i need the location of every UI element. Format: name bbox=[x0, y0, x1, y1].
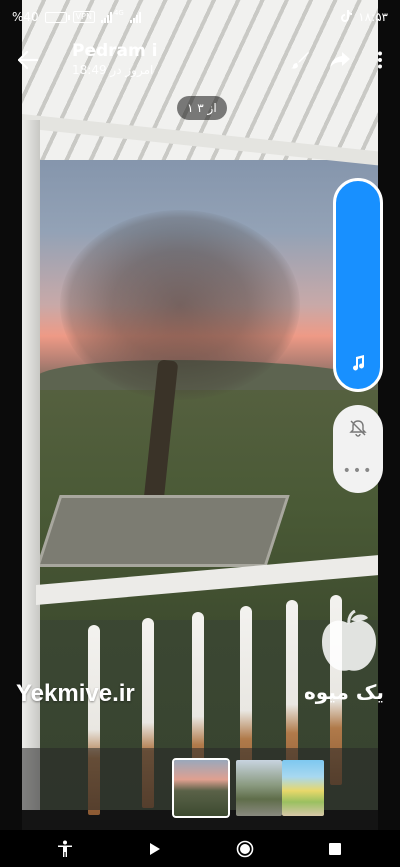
network-type: 4G bbox=[113, 9, 124, 17]
back-button[interactable] bbox=[0, 34, 56, 86]
signal-bar bbox=[109, 11, 112, 23]
thumbnail-1[interactable] bbox=[172, 758, 230, 818]
sender-name: Pedram i bbox=[72, 41, 158, 61]
signal-bar bbox=[106, 14, 109, 23]
image-counter: ۱ از ۳ bbox=[177, 96, 227, 120]
bell-off-icon bbox=[349, 420, 367, 437]
share-icon bbox=[330, 52, 350, 68]
home-button[interactable] bbox=[225, 834, 265, 864]
vpn-icon: VPN bbox=[72, 11, 95, 23]
home-icon bbox=[236, 840, 254, 857]
battery-icon bbox=[44, 11, 70, 23]
back-nav-button[interactable] bbox=[135, 834, 175, 864]
viewer-header: Pedram i امروز در 18:49 bbox=[0, 34, 400, 86]
thumbnail-3[interactable] bbox=[282, 760, 324, 816]
yekmive-logo bbox=[322, 610, 376, 671]
right-margin bbox=[378, 0, 400, 830]
signal-bar bbox=[135, 14, 138, 23]
watermark-site: Yekmive.ir bbox=[16, 680, 135, 707]
tree-canopy bbox=[60, 210, 300, 400]
square-icon bbox=[329, 842, 341, 855]
music-volume-slider[interactable] bbox=[333, 178, 383, 392]
signal-bar bbox=[138, 11, 141, 23]
system-nav-bar bbox=[0, 830, 400, 867]
share-button[interactable] bbox=[320, 34, 360, 86]
tiktok-icon bbox=[341, 9, 353, 25]
more-options-button[interactable] bbox=[360, 34, 400, 86]
courtyard bbox=[36, 495, 290, 567]
signal-icon bbox=[100, 11, 112, 23]
brush-icon bbox=[291, 52, 309, 69]
battery-percent: %40 bbox=[12, 10, 39, 24]
message-timestamp: امروز در 18:49 bbox=[72, 63, 154, 77]
status-left: %40 VPN 4G bbox=[12, 9, 141, 24]
accessibility-icon bbox=[58, 840, 72, 857]
arrow-left-icon bbox=[18, 51, 38, 69]
signal-bar bbox=[132, 17, 135, 23]
more-horizontal-icon[interactable]: ••• bbox=[333, 463, 383, 479]
edit-button[interactable] bbox=[280, 34, 320, 86]
clock: ۱۸:۵۳ bbox=[358, 10, 388, 24]
watermark-brand: یک میوه bbox=[304, 680, 384, 704]
accessibility-button[interactable] bbox=[45, 834, 85, 864]
status-bar: %40 VPN 4G ۱۸:۵۳ bbox=[0, 0, 400, 34]
status-right: ۱۸:۵۳ bbox=[341, 9, 388, 25]
recents-button[interactable] bbox=[315, 834, 355, 864]
mute-button[interactable] bbox=[333, 419, 383, 437]
header-titles: Pedram i امروز در 18:49 bbox=[56, 41, 280, 79]
music-note-icon bbox=[336, 355, 380, 375]
thumbnail-2[interactable] bbox=[236, 760, 282, 816]
sound-controls: ••• bbox=[333, 405, 383, 493]
signal-icon bbox=[129, 11, 141, 23]
play-icon bbox=[150, 842, 160, 855]
thumbnail-strip bbox=[0, 752, 400, 822]
signal-bar bbox=[100, 19, 103, 23]
signal-bar bbox=[103, 17, 106, 23]
signal-bar bbox=[129, 19, 132, 23]
more-vertical-icon bbox=[378, 51, 382, 69]
